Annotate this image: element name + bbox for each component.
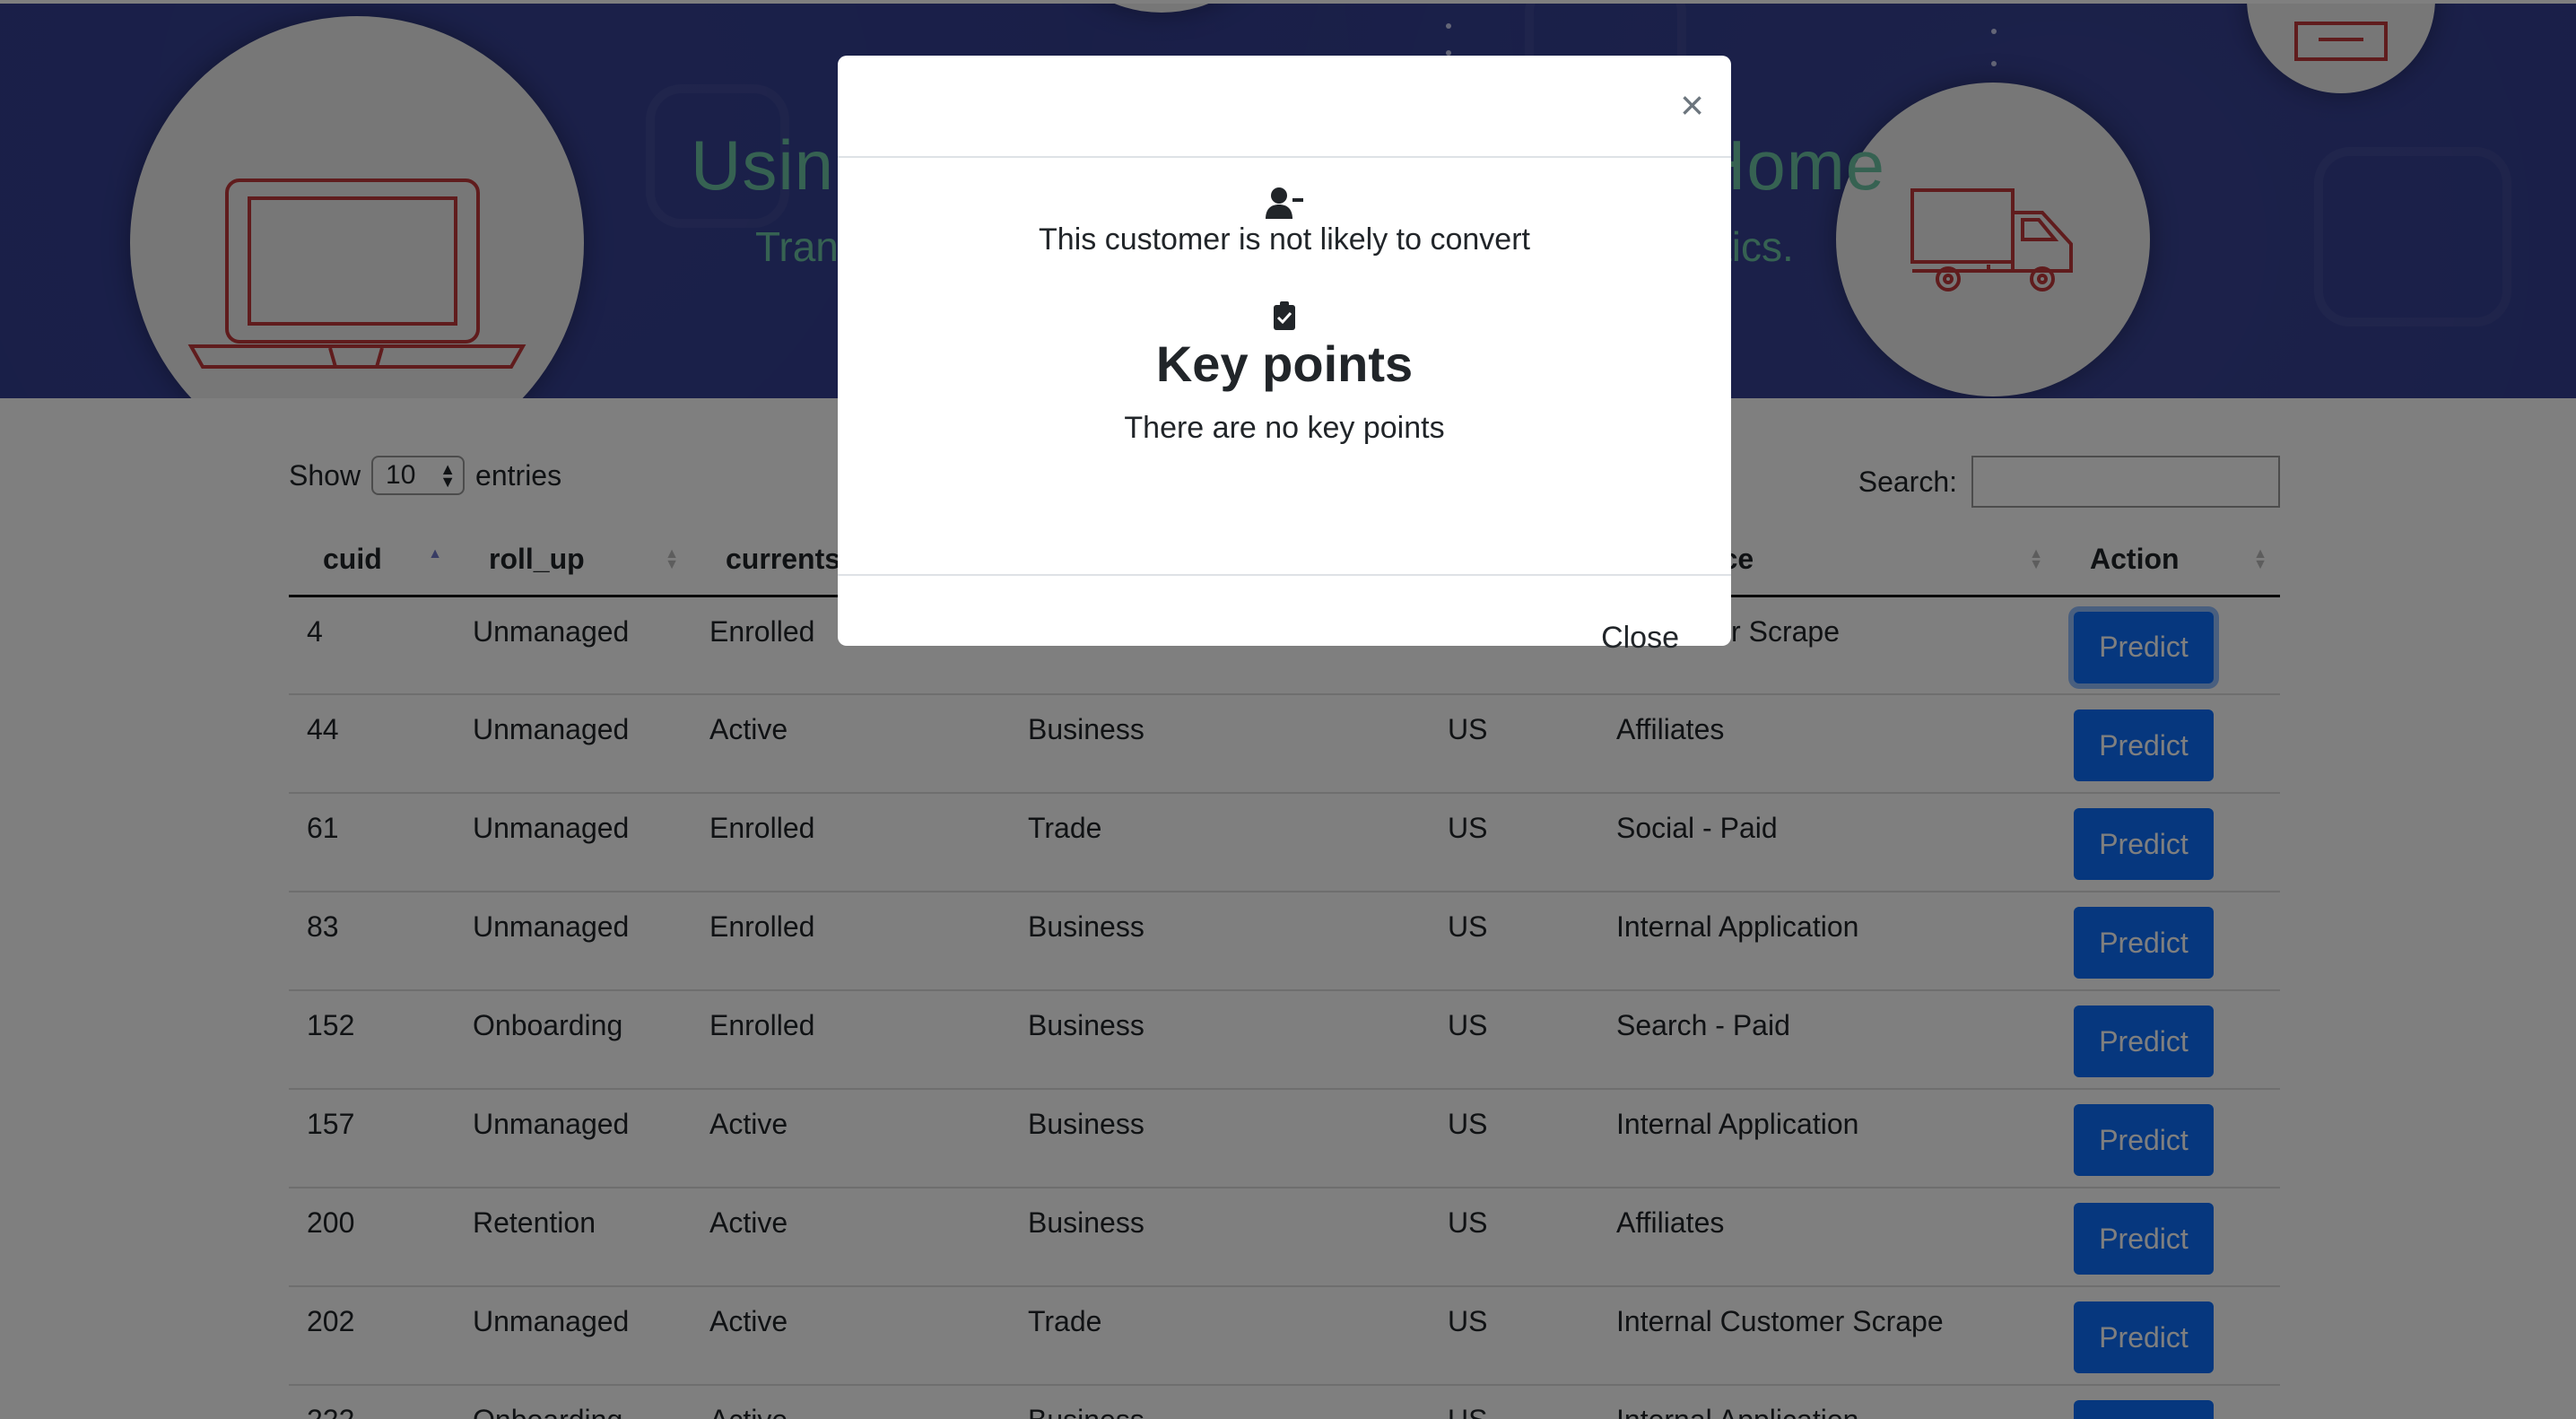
prediction-message: This customer is not likely to convert xyxy=(1039,222,1530,257)
key-points-title: Key points xyxy=(1155,335,1414,392)
close-icon[interactable]: × xyxy=(1680,84,1704,126)
user-minus-icon xyxy=(1266,187,1303,219)
clipboard-check-icon xyxy=(1274,301,1295,330)
key-points-text: There are no key points xyxy=(1124,411,1445,445)
modal-footer: Close xyxy=(838,576,1731,655)
prediction-modal: × This customer is not likely to convert… xyxy=(838,56,1731,655)
modal-body: This customer is not likely to convert K… xyxy=(838,158,1731,576)
modal-header: × xyxy=(838,56,1731,158)
close-button[interactable]: Close xyxy=(1601,621,1679,656)
